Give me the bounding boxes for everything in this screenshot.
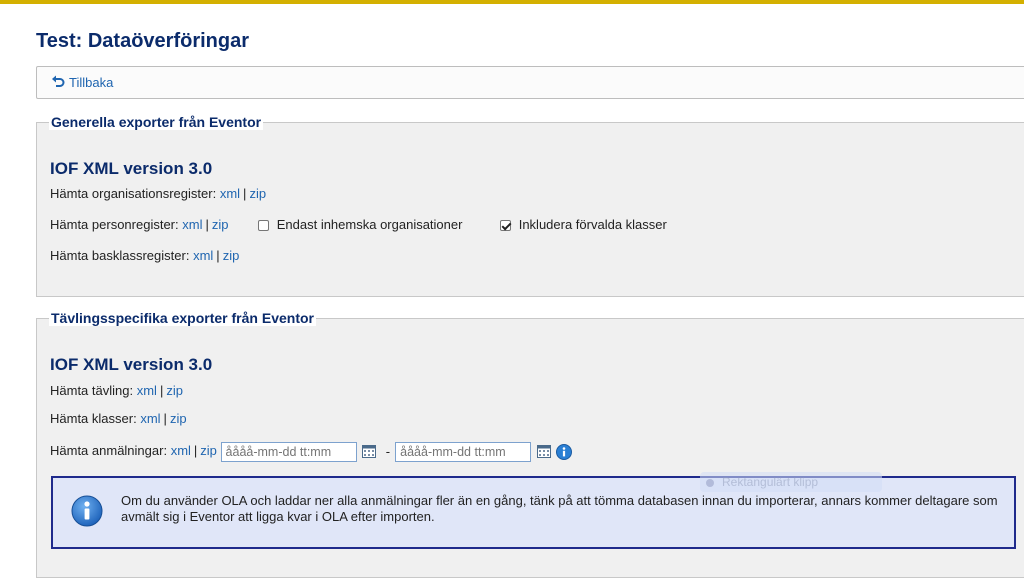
- domestic-only-checkbox[interactable]: [257, 220, 269, 231]
- event-iof-heading: IOF XML version 3.0: [50, 355, 213, 374]
- page-title: Test: Dataöverföringar: [36, 30, 250, 52]
- classes-zip-link[interactable]: zip: [170, 411, 187, 426]
- snipping-tool-label: Rektangulärt klipp: [722, 475, 819, 489]
- base-class-register-label: Hämta basklassregister:: [50, 248, 190, 263]
- general-exports-section: Generella exporter från Eventor IOF XML …: [36, 114, 1024, 297]
- base-class-register-row: Hämta basklassregister: xml | zip: [50, 247, 239, 265]
- domestic-only-label: Endast inhemska organisationer: [276, 217, 463, 232]
- calendar-icon[interactable]: [536, 445, 551, 459]
- info-icon[interactable]: [556, 443, 573, 460]
- entries-label: Hämta anmälningar:: [50, 443, 168, 458]
- separator: |: [205, 217, 209, 232]
- default-classes-label: Inkludera förvalda klasser: [518, 217, 667, 232]
- undo-arrow-icon: [52, 75, 65, 87]
- info-icon: [71, 495, 103, 527]
- date-to-input[interactable]: [395, 441, 532, 462]
- entries-zip-link[interactable]: zip: [200, 443, 217, 458]
- org-register-label: Hämta organisationsregister:: [50, 186, 217, 201]
- entries-xml-link[interactable]: xml: [171, 443, 191, 458]
- back-toolbar: Tillbaka: [36, 66, 1024, 99]
- classes-row: Hämta klasser: xml | zip: [50, 410, 187, 428]
- back-link[interactable]: Tillbaka: [51, 75, 113, 90]
- competition-label: Hämta tävling:: [50, 383, 134, 398]
- person-register-row: Hämta personregister: xml | zip Endast inh…: [50, 216, 667, 234]
- org-register-row: Hämta organisationsregister: xml | zip: [50, 185, 266, 203]
- separator: |: [159, 383, 164, 398]
- person-zip-link[interactable]: zip: [212, 217, 229, 232]
- classes-xml-link[interactable]: xml: [140, 411, 160, 426]
- event-exports-section: Tävlingsspecifika exporter från Eventor …: [36, 310, 1024, 578]
- base-zip-link[interactable]: zip: [223, 248, 240, 263]
- separator: |: [243, 186, 247, 201]
- default-classes-checkbox[interactable]: [499, 220, 511, 231]
- separator: |: [193, 443, 198, 458]
- top-accent-bar: [0, 0, 1024, 4]
- classes-label: Hämta klasser:: [50, 411, 137, 426]
- back-label: Tillbaka: [69, 75, 114, 90]
- date-range-separator: -: [385, 443, 391, 459]
- competition-row: Hämta tävling: xml | zip: [50, 382, 183, 400]
- org-xml-link[interactable]: xml: [220, 186, 240, 201]
- general-iof-heading: IOF XML version 3.0: [50, 159, 213, 178]
- calendar-icon[interactable]: [362, 445, 377, 459]
- snipping-tool-overlay: Rektangulärt klipp: [700, 472, 882, 492]
- separator: |: [216, 248, 220, 263]
- separator: |: [163, 411, 167, 426]
- base-xml-link[interactable]: xml: [193, 248, 213, 263]
- ola-notice-text: Om du använder OLA och laddar ner alla a…: [121, 493, 998, 524]
- general-exports-legend: Generella exporter från Eventor: [49, 114, 264, 130]
- org-zip-link[interactable]: zip: [249, 186, 266, 201]
- record-dot-icon: [706, 479, 714, 487]
- competition-zip-link[interactable]: zip: [166, 383, 183, 398]
- date-from-input[interactable]: [220, 441, 357, 462]
- competition-xml-link[interactable]: xml: [137, 383, 157, 398]
- person-xml-link[interactable]: xml: [182, 217, 202, 232]
- event-exports-legend: Tävlingsspecifika exporter från Eventor: [49, 310, 316, 326]
- entries-row: Hämta anmälningar: xml|zip -: [50, 440, 573, 462]
- person-register-label: Hämta personregister:: [50, 217, 179, 232]
